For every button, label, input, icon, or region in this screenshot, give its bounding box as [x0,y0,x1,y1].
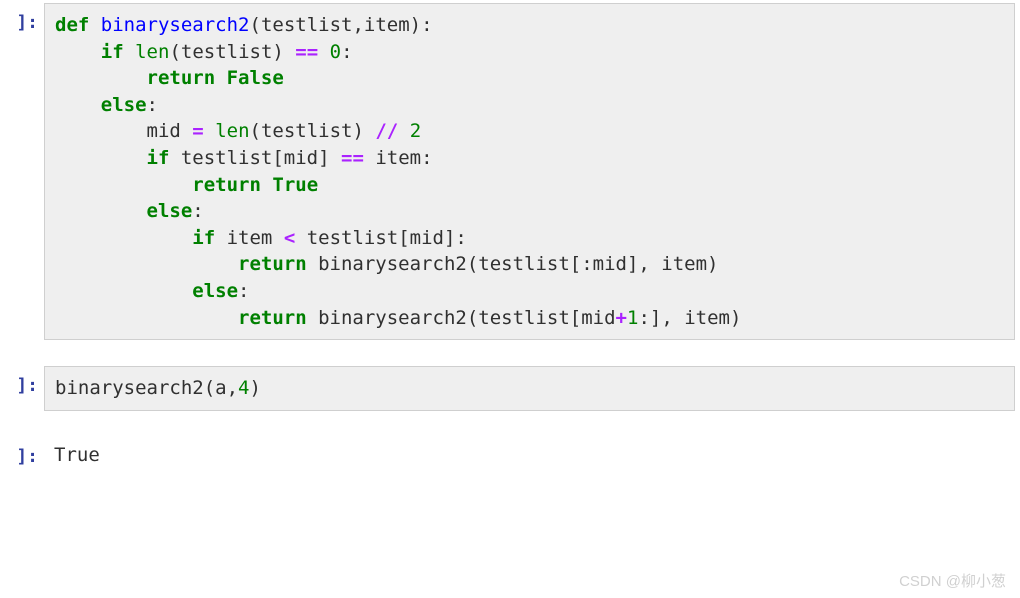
code-token [55,307,238,329]
output-text: True [44,434,1020,479]
code-token: 1 [627,307,638,329]
code-token: + [616,307,627,329]
code-token: :], item) [638,307,741,329]
code-token: : [147,94,158,116]
code-input-1[interactable]: def binarysearch2(testlist,item): if len… [44,3,1015,340]
code-token: else [147,200,193,222]
code-token: // [375,120,398,142]
code-token: return [192,174,261,196]
code-token: testlist[mid] [169,147,341,169]
code-token: testlist[mid]: [295,227,467,249]
code-token [215,67,226,89]
code-token [55,147,147,169]
code-token: mid [147,120,193,142]
code-token [55,94,101,116]
code-token [55,174,192,196]
code-token: return [147,67,216,89]
code-token: (testlist,item): [250,14,433,36]
code-token: len [135,41,169,63]
code-token [89,14,100,36]
code-token: 2 [410,120,421,142]
code-token [124,41,135,63]
code-token: def [55,14,89,36]
prompt-out-1: ]: [0,434,44,479]
code-token [55,280,192,302]
code-token [55,227,192,249]
code-token: == [341,147,364,169]
code-token: == [295,41,318,63]
code-token [204,120,215,142]
code-token: binarysearch2(testlist[mid [307,307,616,329]
code-token [318,41,329,63]
prompt-in-1: ]: [0,0,44,343]
code-token [55,67,147,89]
code-token: binarysearch2(a, [55,377,238,399]
code-token: binarysearch2 [101,14,250,36]
code-token [55,200,147,222]
code-token [261,174,272,196]
code-token: else [192,280,238,302]
code-token: 0 [330,41,341,63]
code-token: = [192,120,203,142]
code-cell-1: ]: def binarysearch2(testlist,item): if … [0,0,1020,343]
code-token: else [101,94,147,116]
code-token: (testlist) [250,120,376,142]
code-token: True [272,174,318,196]
code-token: (testlist) [169,41,295,63]
code-token: item: [364,147,433,169]
output-cell-1: ]: True [0,434,1020,479]
code-token: if [192,227,215,249]
code-token: len [215,120,249,142]
watermark: CSDN @柳小葱 [899,571,1006,592]
code-token: binarysearch2(testlist[:mid], item) [307,253,719,275]
code-token: if [101,41,124,63]
code-token [55,41,101,63]
code-token: return [238,307,307,329]
code-token: return [238,253,307,275]
code-token: ) [249,377,260,399]
prompt-in-2: ]: [0,363,44,414]
code-token [398,120,409,142]
code-token: : [238,280,249,302]
code-token: 4 [238,377,249,399]
code-token [55,120,147,142]
code-input-2[interactable]: binarysearch2(a,4) [44,366,1015,411]
code-token: item [215,227,284,249]
code-token: if [147,147,170,169]
code-token [55,253,238,275]
code-token: < [284,227,295,249]
code-token: : [341,41,352,63]
code-cell-2: ]: binarysearch2(a,4) [0,363,1020,414]
code-token: False [227,67,284,89]
code-token: : [192,200,203,222]
